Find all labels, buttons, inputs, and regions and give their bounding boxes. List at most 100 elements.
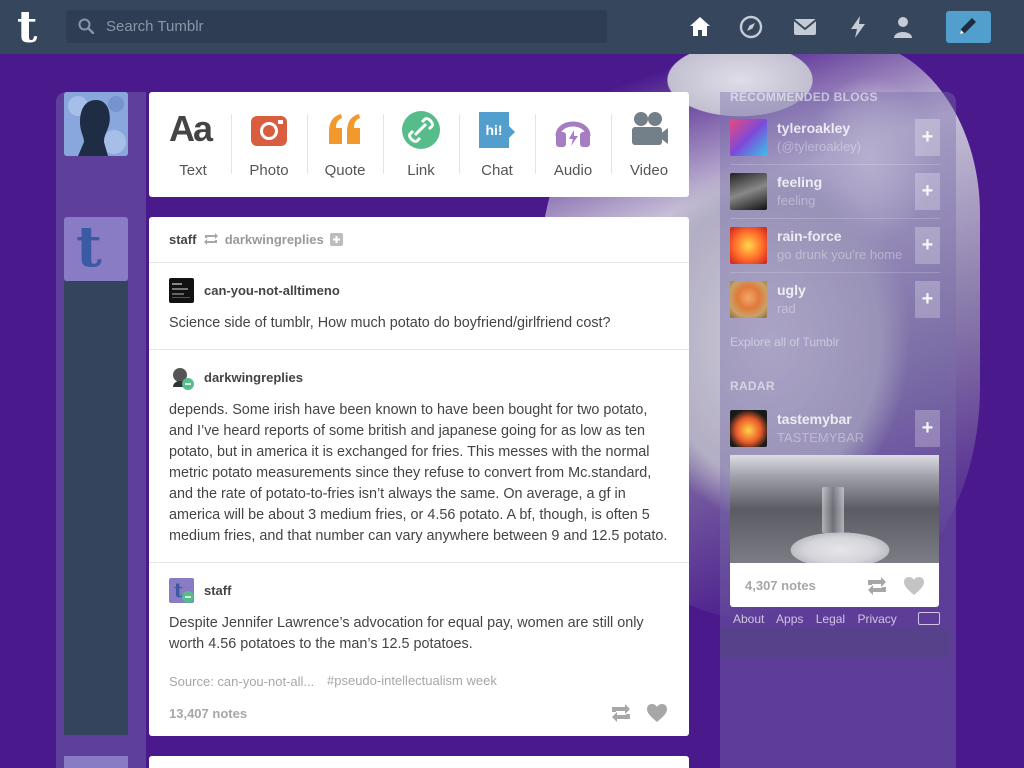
reblog-icon[interactable] — [866, 577, 888, 595]
home-icon[interactable] — [687, 14, 713, 40]
recommended-blog-item[interactable]: ugly rad + — [730, 281, 940, 331]
post-type-label: Video — [629, 162, 669, 179]
divider — [149, 562, 689, 563]
account-icon[interactable] — [890, 14, 916, 40]
post-type-quote[interactable]: Quote — [307, 92, 383, 197]
reblog-small-icon — [204, 233, 219, 245]
radar-blog-item[interactable]: tastemybar TASTEMYBAR + — [730, 410, 940, 460]
reblogged-from[interactable]: darkwingreplies — [225, 232, 324, 247]
post-type-label: Chat — [481, 162, 513, 179]
post-type-label: Photo — [249, 162, 289, 179]
like-heart-icon[interactable] — [904, 577, 924, 595]
follow-button[interactable]: + — [915, 119, 940, 156]
follow-plus-icon[interactable] — [330, 233, 344, 246]
post-type-label: Link — [407, 162, 435, 179]
compose-button[interactable] — [946, 11, 991, 43]
entry-text: Science side of tumblr, How much potato … — [169, 315, 611, 331]
sidebar-footer-shadow — [720, 628, 949, 658]
blog-name[interactable]: tyleroakley — [777, 120, 850, 136]
footer-link-privacy[interactable]: Privacy — [857, 612, 896, 626]
blog-name[interactable]: rain-force — [777, 228, 842, 244]
pencil-icon — [960, 18, 976, 34]
search-input[interactable] — [106, 10, 586, 43]
blog-name[interactable]: ugly — [777, 282, 806, 298]
post-notes-count[interactable]: 13,407 notes — [169, 706, 247, 721]
follow-button[interactable]: + — [915, 410, 940, 447]
sidebar-footer-links: About Apps Legal Privacy — [733, 612, 906, 626]
radar-heading: RADAR — [730, 379, 775, 393]
footer-link-legal[interactable]: Legal — [816, 612, 845, 626]
avatar-sticky-track — [64, 281, 128, 735]
top-bar: t — [0, 0, 1024, 54]
radar-image-glass — [822, 487, 844, 533]
entry-text: depends. Some irish have been known to h… — [169, 402, 668, 544]
entry-text: Despite Jennifer Lawrence’s advocation f… — [169, 615, 644, 652]
recommended-blog-item[interactable]: feeling feeling + — [730, 173, 940, 223]
tumblr-logo[interactable]: t — [17, 6, 49, 50]
entry-username[interactable]: staff — [204, 583, 231, 598]
chat-icon-text: hi! — [485, 122, 502, 138]
recommended-blogs-heading: RECOMMENDED BLOGS — [730, 90, 878, 104]
divider — [730, 164, 940, 165]
explore-link[interactable]: Explore all of Tumblr — [730, 335, 839, 349]
post-type-photo[interactable]: Photo — [231, 92, 307, 197]
post-type-audio[interactable]: Audio — [535, 92, 611, 197]
recommended-blog-item[interactable]: rain-force go drunk you're home + — [730, 227, 940, 277]
post-tag[interactable]: #pseudo-intellectualism week — [327, 673, 497, 688]
keyboard-shortcuts-icon[interactable] — [918, 612, 940, 625]
post-type-link[interactable]: Link — [383, 92, 459, 197]
footer-link-apps[interactable]: Apps — [776, 612, 803, 626]
follow-button[interactable]: + — [915, 173, 940, 210]
quote-icon — [329, 114, 360, 144]
blog-subtitle: TASTEMYBAR — [777, 430, 865, 445]
divider — [149, 262, 689, 263]
post-type-text[interactable]: Aa Text — [155, 92, 231, 197]
blog-avatar[interactable] — [730, 119, 767, 156]
avatar-image — [172, 283, 190, 298]
post-author[interactable]: staff — [169, 232, 196, 247]
blog-name[interactable]: feeling — [777, 174, 822, 190]
reblog-icon[interactable] — [610, 704, 632, 722]
footer-link-about[interactable]: About — [733, 612, 764, 626]
post-type-chat[interactable]: hi! Chat — [459, 92, 535, 197]
entry-username[interactable]: darkwingreplies — [204, 370, 303, 385]
radar-notes-count[interactable]: 4,307 notes — [745, 578, 816, 593]
blog-avatar[interactable] — [730, 227, 767, 264]
activity-icon[interactable] — [845, 14, 871, 40]
post-card: staff darkwingreplies can-you-not-alltim… — [149, 217, 689, 736]
user-avatar[interactable]: t — [169, 578, 194, 603]
user-avatar[interactable] — [169, 365, 194, 390]
divider — [149, 349, 689, 350]
staff-avatar[interactable]: t — [64, 217, 128, 281]
blog-subtitle: (@tyleroakley) — [777, 139, 861, 154]
follow-button[interactable]: + — [915, 227, 940, 264]
entry-username[interactable]: can-you-not-alltimeno — [204, 283, 340, 298]
chat-icon: hi! — [479, 112, 515, 148]
text-icon: Aa — [169, 108, 213, 149]
blog-subtitle: go drunk you're home — [777, 247, 903, 262]
link-icon — [402, 111, 440, 149]
my-avatar[interactable] — [64, 92, 128, 156]
recommended-blog-item[interactable]: tyleroakley (@tyleroakley) + — [730, 119, 940, 169]
divider — [730, 272, 940, 273]
explore-icon[interactable] — [738, 14, 764, 40]
blog-avatar[interactable] — [730, 281, 767, 318]
follow-button[interactable]: + — [915, 281, 940, 318]
divider — [730, 218, 940, 219]
next-post-card — [149, 756, 689, 768]
blog-avatar[interactable] — [730, 410, 767, 447]
inbox-icon[interactable] — [792, 14, 818, 40]
post-type-video[interactable]: Video — [611, 92, 687, 197]
blog-avatar[interactable] — [730, 173, 767, 210]
like-heart-icon[interactable] — [647, 704, 667, 722]
camera-icon — [251, 116, 287, 146]
blog-subtitle: rad — [777, 301, 796, 316]
user-avatar[interactable] — [169, 278, 194, 303]
next-post-avatar[interactable] — [64, 756, 128, 768]
post-source[interactable]: Source: can-you-not-all... — [169, 674, 314, 689]
search-bar[interactable] — [66, 10, 607, 43]
post-header: staff darkwingreplies — [169, 232, 344, 250]
avatar-image: t — [174, 578, 194, 603]
blog-name[interactable]: tastemybar — [777, 411, 852, 427]
post-type-label: Text — [179, 162, 207, 179]
